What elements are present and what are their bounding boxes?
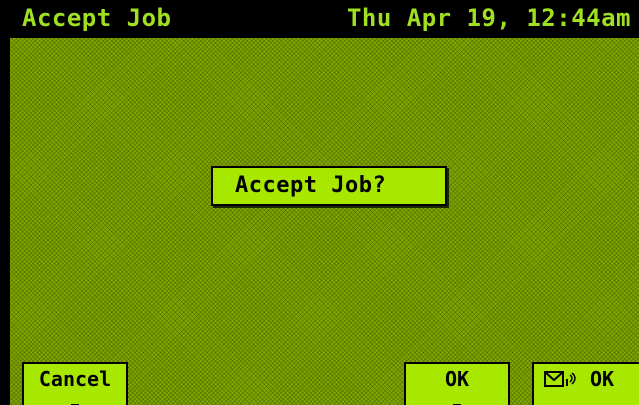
ok-label: OK [444, 367, 470, 391]
cancel-button[interactable]: Cancel [22, 362, 128, 405]
envelope-signal-icon [544, 371, 576, 387]
dialog-message: Accept Job? [235, 173, 387, 198]
device-screen: Accept Job Thu Apr 19, 12:44am Accept Jo… [0, 0, 639, 405]
ok-button[interactable]: OK [404, 362, 510, 405]
cancel-label: Cancel [38, 367, 112, 391]
title-bar: Accept Job Thu Apr 19, 12:44am [0, 0, 639, 38]
confirm-dialog: Accept Job? [211, 166, 447, 206]
screen-title: Accept Job [22, 4, 172, 32]
date-time: Thu Apr 19, 12:44am [346, 4, 631, 32]
message-ok-label: OK [590, 367, 615, 391]
message-ok-button[interactable]: OK [532, 362, 639, 405]
screen-edge [0, 38, 10, 405]
